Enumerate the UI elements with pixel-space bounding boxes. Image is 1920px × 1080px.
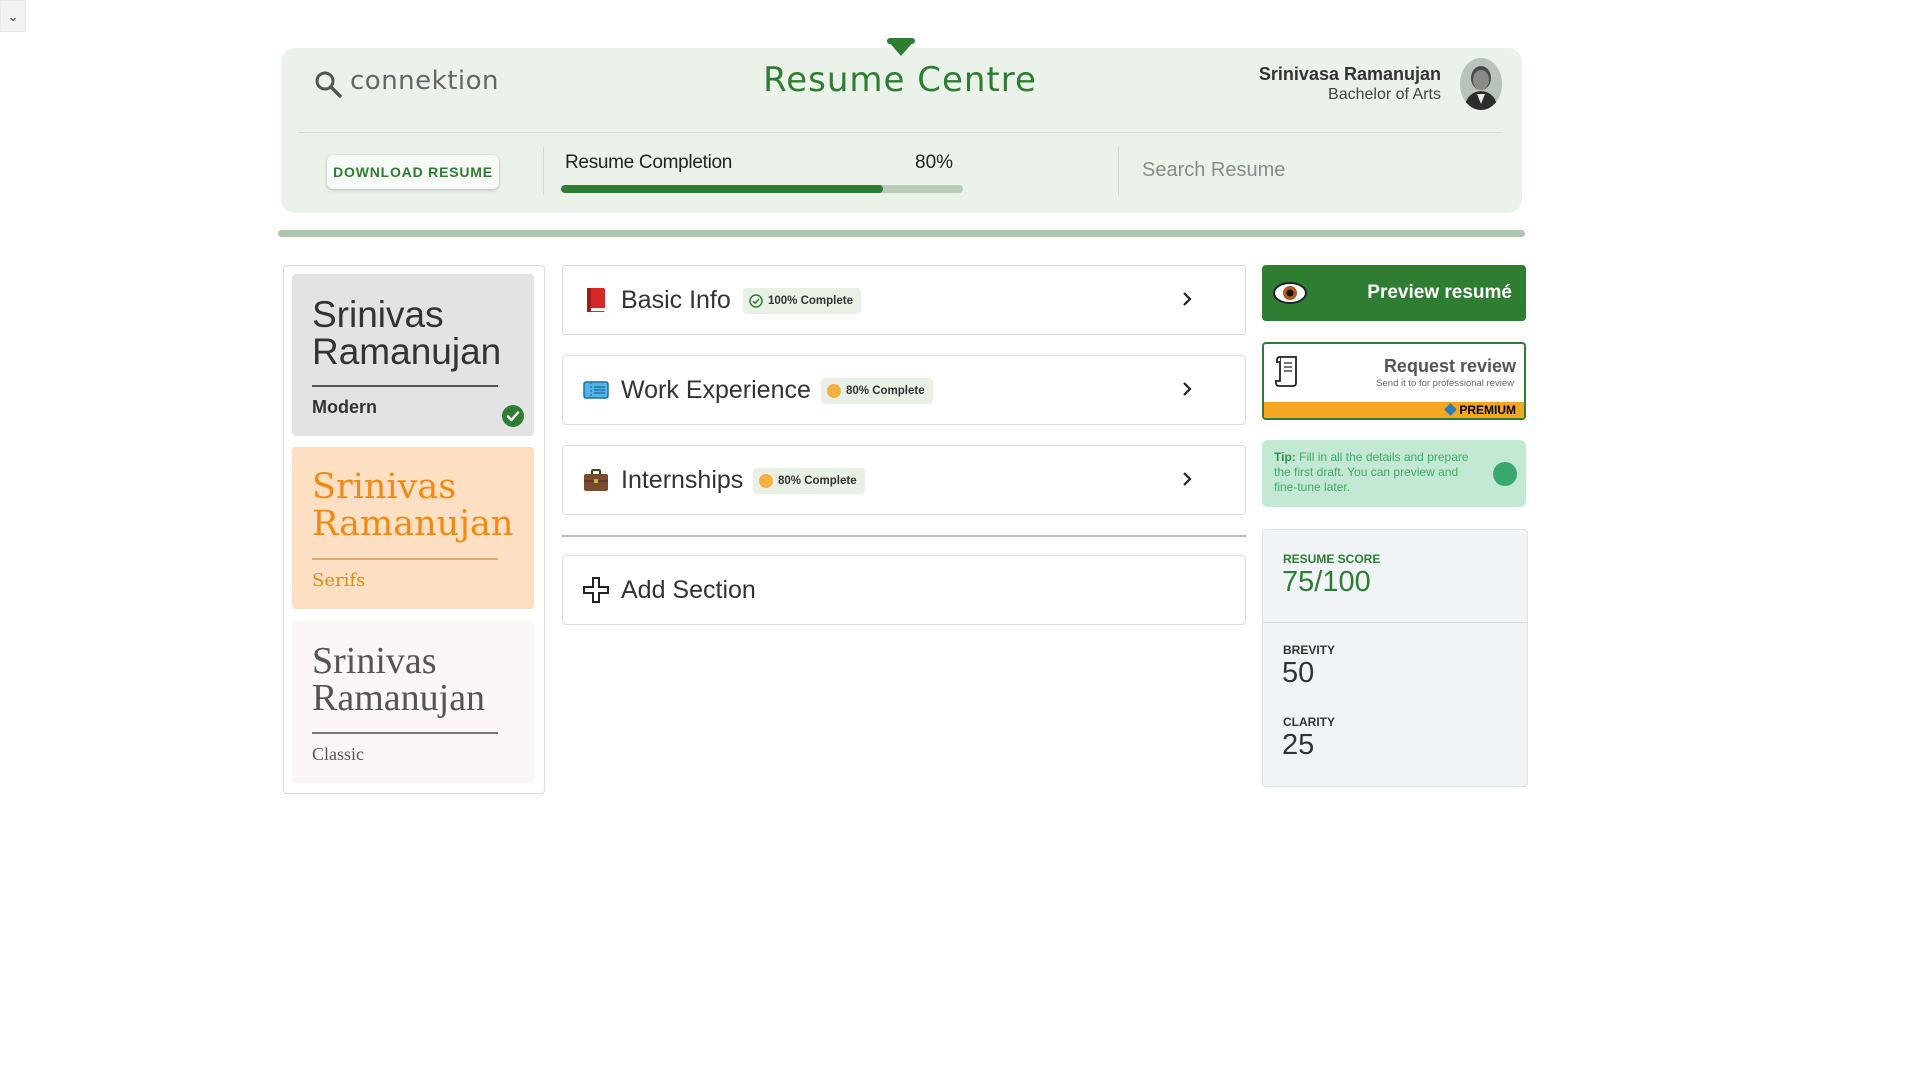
brand-logo-text[interactable]: connektion <box>350 66 499 96</box>
tip-indicator-icon[interactable] <box>1493 462 1517 486</box>
chevron-right-icon[interactable] <box>1176 288 1198 310</box>
user-degree: Bachelor of Arts <box>1328 86 1441 103</box>
add-section-label: Add Section <box>621 576 756 604</box>
scroll-document-icon <box>1275 356 1297 387</box>
chevron-down-icon: ⌄ <box>7 7 19 24</box>
ticket-icon <box>583 381 609 399</box>
collapse-toggle[interactable]: ⌄ <box>0 0 26 32</box>
status-text: 80% Complete <box>778 475 857 487</box>
template-preview-name: Srinivas Ramanujan <box>312 294 502 372</box>
premium-banner: PREMIUM <box>1264 402 1524 418</box>
avatar[interactable] <box>1460 58 1502 110</box>
section-divider <box>562 535 1246 537</box>
preview-label: Preview resumé <box>1367 282 1512 303</box>
download-resume-button[interactable]: DOWNLOAD RESUME <box>327 155 499 189</box>
header-rule <box>278 230 1525 237</box>
section-work-experience[interactable]: Work Experience 80% Complete <box>562 355 1246 425</box>
check-circle-icon <box>749 294 763 308</box>
section-basic-info[interactable]: Basic Info 100% Complete <box>562 265 1246 335</box>
header-divider <box>299 132 1502 133</box>
section-internships[interactable]: Internships 80% Complete <box>562 445 1246 515</box>
status-text: 100% Complete <box>768 295 854 307</box>
eye-icon <box>1273 282 1307 304</box>
template-card-modern[interactable]: Srinivas Ramanujan Modern <box>292 274 534 436</box>
request-review-button[interactable]: Request review Send it to for profession… <box>1262 342 1526 420</box>
section-title: Internships <box>621 466 744 494</box>
search-icon[interactable] <box>313 69 343 99</box>
completion-label: Resume Completion <box>565 152 733 173</box>
in-progress-icon <box>827 384 841 398</box>
template-card-serifs[interactable]: Srinivas Ramanujan Serifs <box>292 447 534 609</box>
template-preview-name: Srinivas Ramanujan <box>312 467 514 544</box>
briefcase-icon <box>584 469 608 491</box>
plus-icon <box>583 577 609 603</box>
template-picker: Srinivas Ramanujan Modern Srinivas Raman… <box>283 265 545 794</box>
template-preview-name: Srinivas Ramanujan <box>312 640 486 719</box>
chevron-right-icon[interactable] <box>1176 378 1198 400</box>
completion-progress-bar <box>561 185 963 193</box>
status-badge: 80% Complete <box>753 468 865 494</box>
tip-body: Fill in all the details and prepare the … <box>1274 450 1469 494</box>
review-subtitle: Send it to for professional review <box>1376 378 1514 389</box>
add-section-button[interactable]: Add Section <box>562 555 1246 625</box>
chevron-right-icon[interactable] <box>1176 468 1198 490</box>
check-circle-icon <box>502 405 524 427</box>
brevity-value: 50 <box>1282 657 1315 689</box>
status-badge: 80% Complete <box>821 378 933 404</box>
book-icon <box>587 288 605 312</box>
section-title: Work Experience <box>621 376 811 404</box>
clarity-label: CLARITY <box>1283 715 1335 729</box>
score-value: 75/100 <box>1282 566 1371 598</box>
template-rule <box>312 732 498 734</box>
divider <box>1118 147 1119 195</box>
resume-score-card: RESUME SCORE 75/100 BREVITY 50 CLARITY 2… <box>1262 529 1528 787</box>
completion-progress-fill <box>561 185 883 193</box>
template-style-label: Serifs <box>312 570 366 591</box>
template-style-label: Modern <box>312 397 377 417</box>
template-card-classic[interactable]: Srinivas Ramanujan Classic <box>292 621 534 783</box>
tip-text: Tip: Fill in all the details and prepare… <box>1274 450 1470 495</box>
status-text: 80% Complete <box>846 385 925 397</box>
preview-resume-button[interactable]: Preview resumé <box>1262 265 1526 321</box>
tip-prefix: Tip: <box>1274 450 1296 464</box>
score-header: RESUME SCORE 75/100 <box>1263 530 1527 623</box>
section-title: Basic Info <box>621 286 731 314</box>
template-style-label: Classic <box>312 744 364 764</box>
user-name: Srinivasa Ramanujan <box>1258 64 1441 84</box>
brevity-label: BREVITY <box>1283 643 1336 657</box>
clarity-value: 25 <box>1282 729 1315 761</box>
divider <box>543 147 544 195</box>
diamond-icon <box>1444 403 1458 416</box>
search-resume-input[interactable] <box>1140 158 1494 183</box>
in-progress-icon <box>759 474 773 488</box>
completion-percent: 80% <box>915 152 954 173</box>
status-badge: 100% Complete <box>743 288 862 314</box>
tip-card: Tip: Fill in all the details and prepare… <box>1262 440 1526 507</box>
avatar-portrait-icon <box>1460 58 1502 110</box>
score-label: RESUME SCORE <box>1283 552 1381 566</box>
menu-pointer-icon <box>887 40 915 56</box>
page-title: Resume Centre <box>763 60 1037 100</box>
review-title: Request review <box>1383 356 1516 376</box>
template-rule <box>312 558 498 560</box>
template-rule <box>312 385 498 387</box>
premium-label: PREMIUM <box>1459 403 1516 417</box>
